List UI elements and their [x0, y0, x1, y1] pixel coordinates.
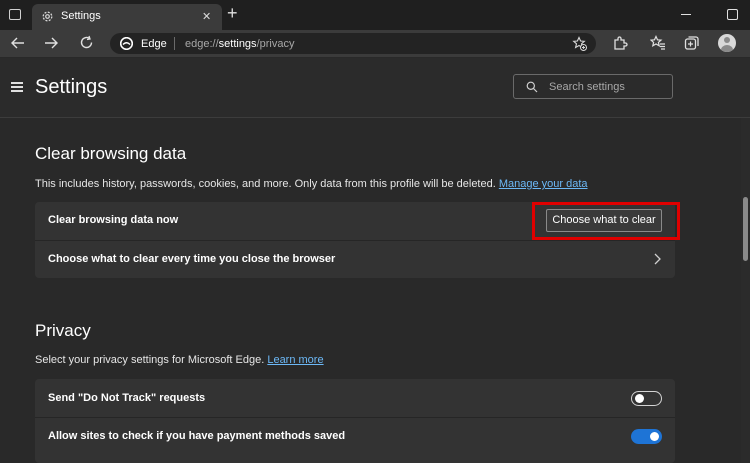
url-text: edge://settings/privacy: [185, 38, 294, 50]
scrollbar-track[interactable]: [741, 118, 750, 463]
clear-browsing-now-label: Clear browsing data now: [48, 214, 179, 226]
search-icon: [526, 81, 538, 93]
favorite-star-add-icon[interactable]: [572, 36, 587, 51]
tab-close-icon[interactable]: ✕: [202, 10, 211, 23]
section-heading-privacy: Privacy: [35, 321, 91, 340]
chevron-right-icon: [654, 253, 661, 265]
clear-on-close-label: Choose what to clear every time you clos…: [48, 253, 336, 265]
hamburger-menu-icon[interactable]: [11, 82, 23, 92]
gear-icon: [42, 11, 53, 22]
tab-settings[interactable]: Settings ✕: [32, 4, 222, 30]
section-heading-clear-browsing: Clear browsing data: [35, 144, 187, 163]
manage-your-data-link[interactable]: Manage your data: [499, 178, 588, 190]
card-divider: [35, 417, 675, 418]
do-not-track-label: Send "Do Not Track" requests: [48, 392, 206, 404]
url-prefix: edge://: [185, 38, 219, 50]
search-input[interactable]: Search settings: [513, 74, 673, 99]
search-placeholder: Search settings: [549, 81, 625, 93]
privacy-description: Select your privacy settings for Microso…: [35, 354, 324, 366]
favorites-icon[interactable]: [650, 35, 666, 50]
choose-what-to-clear-button[interactable]: Choose what to clear: [546, 209, 662, 232]
scrollbar-thumb[interactable]: [743, 197, 748, 261]
learn-more-link[interactable]: Learn more: [267, 354, 323, 366]
profile-avatar[interactable]: [718, 34, 736, 52]
tab-actions-icon[interactable]: [9, 9, 21, 20]
new-tab-button[interactable]: +: [227, 3, 238, 24]
address-divider: [174, 37, 175, 50]
clear-browsing-description-text: This includes history, passwords, cookie…: [35, 178, 496, 190]
extensions-icon[interactable]: [612, 35, 628, 51]
payment-methods-label: Allow sites to check if you have payment…: [48, 430, 346, 442]
clear-browsing-description: This includes history, passwords, cookie…: [35, 178, 588, 190]
tab-title: Settings: [61, 10, 101, 22]
forward-icon[interactable]: [44, 36, 59, 50]
page-title: Settings: [35, 76, 108, 98]
back-icon[interactable]: [10, 36, 25, 50]
privacy-description-text: Select your privacy settings for Microso…: [35, 354, 265, 366]
minimize-icon[interactable]: [681, 14, 691, 15]
collections-icon[interactable]: [684, 35, 700, 51]
refresh-icon[interactable]: [79, 35, 94, 50]
address-bar[interactable]: Edge edge://settings/privacy: [110, 33, 596, 54]
edge-logo-icon: [120, 37, 133, 50]
do-not-track-toggle[interactable]: [631, 391, 662, 406]
site-label: Edge: [141, 38, 167, 50]
url-suffix: /privacy: [256, 38, 295, 50]
payment-methods-toggle[interactable]: [631, 429, 662, 444]
url-path: settings: [218, 38, 257, 50]
maximize-icon[interactable]: [727, 9, 738, 20]
